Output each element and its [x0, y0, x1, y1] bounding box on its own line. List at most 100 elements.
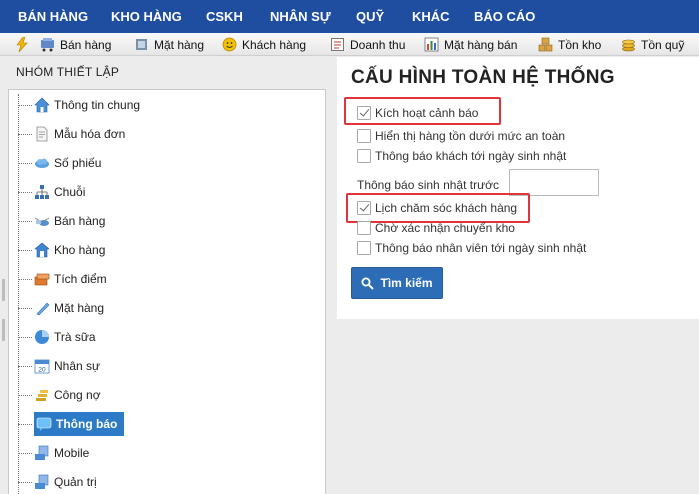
sidebar-item-label: Tích điểm: [54, 272, 107, 286]
toolbar-label: Tồn quỹ: [641, 37, 685, 52]
document-icon: [34, 126, 50, 142]
sidebar-item-cong-no[interactable]: Công nợ: [18, 383, 101, 407]
birthday-notice-input[interactable]: [509, 169, 599, 196]
option-hien-thi-hang-ton[interactable]: Hiển thị hàng tồn dưới mức an toàn: [357, 128, 565, 144]
lightning-icon[interactable]: [16, 36, 28, 53]
toolbar-ton-quy[interactable]: Tồn quỹ: [621, 36, 684, 53]
menu-quy[interactable]: QUỸ: [356, 9, 384, 24]
toolbar-mat-hang[interactable]: Mặt hàng: [134, 36, 204, 53]
menu-bao-cao[interactable]: BÁO CÁO: [474, 9, 535, 24]
menu-ban-hang[interactable]: BÁN HÀNG: [18, 9, 88, 24]
birthday-notice-label: Thông báo sinh nhật trước: [357, 178, 499, 192]
checkbox-checked[interactable]: [357, 201, 371, 215]
stock-icon: [538, 37, 553, 52]
toolbar-ban-hang[interactable]: Bán hàng: [40, 36, 111, 53]
sidebar-item-label: Mobile: [54, 446, 90, 460]
option-lich-cham-soc[interactable]: Lịch chăm sóc khách hàng: [357, 200, 517, 216]
toolbar-mat-hang-ban[interactable]: Mặt hàng bán: [424, 36, 517, 53]
toolbar-label: Bán hàng: [60, 37, 112, 52]
sidebar-item-mau-hoa-don[interactable]: Mẫu hóa đơn: [18, 122, 125, 146]
sidebar-item-nhan-su[interactable]: 20 Nhân sự: [18, 354, 100, 378]
menu-nhan-su[interactable]: NHÂN SỰ: [270, 9, 331, 24]
toolbar-label: Tồn kho: [558, 37, 602, 52]
quick-toolbar: Bán hàng Mặt hàng Khách hàng Doanh thu M…: [0, 33, 699, 56]
message-icon: [36, 416, 52, 432]
sidebar-item-label: Số phiếu: [54, 156, 102, 170]
sidebar-item-mobile[interactable]: Mobile: [18, 441, 89, 465]
resize-grip[interactable]: [2, 279, 5, 301]
mobile-icon: [34, 445, 50, 461]
search-button-label: Tìm kiếm: [380, 276, 433, 290]
coins-icon: [621, 37, 636, 52]
customer-icon: [222, 37, 237, 52]
sidebar-item-quan-tri[interactable]: Quản trị: [18, 470, 97, 494]
calendar-icon: 20: [34, 358, 50, 374]
checkbox[interactable]: [357, 149, 371, 163]
sidebar-item-chuoi[interactable]: Chuỗi: [18, 180, 85, 204]
sitemap-icon: [34, 184, 50, 200]
toolbar-khach-hang[interactable]: Khách hàng: [222, 36, 306, 53]
menu-kho-hang[interactable]: KHO HÀNG: [111, 9, 182, 24]
option-label: Thông báo khách tới ngày sinh nhật: [375, 149, 567, 163]
admin-icon: [34, 474, 50, 490]
money-icon: [34, 387, 50, 403]
svg-text:20: 20: [38, 367, 46, 374]
pos-icon: [34, 213, 50, 229]
option-label: Kích hoạt cảnh báo: [375, 106, 479, 120]
chart-icon: [424, 37, 439, 52]
sidebar-item-kho-hang[interactable]: Kho hàng: [18, 238, 105, 262]
toolbar-ton-kho[interactable]: Tồn kho: [538, 36, 601, 53]
tag-icon: [34, 300, 50, 316]
sidebar-title: NHÓM THIẾT LẬP: [16, 65, 120, 79]
sidebar-item-label: Nhân sự: [54, 359, 101, 373]
checkbox[interactable]: [357, 221, 371, 235]
sidebar-item-tich-diem[interactable]: Tích điểm: [18, 267, 107, 291]
sidebar-item-thong-bao[interactable]: Thông báo: [18, 412, 125, 436]
option-label: Thông báo nhân viên tới ngày sinh nhật: [375, 241, 587, 255]
option-label: Hiển thị hàng tồn dưới mức an toàn: [375, 129, 566, 143]
toolbar-label: Mặt hàng: [154, 37, 205, 52]
system-config-panel: CẤU HÌNH TOÀN HỆ THỐNG Kích hoạt cảnh bá…: [337, 57, 699, 319]
option-kich-hoat-canh-bao[interactable]: Kích hoạt cảnh báo: [357, 105, 478, 121]
menu-khac[interactable]: KHÁC: [412, 9, 450, 24]
search-button[interactable]: Tìm kiếm: [351, 267, 443, 299]
cloud-icon: [34, 155, 50, 171]
warehouse-icon: [34, 242, 50, 258]
option-sinh-nhat-nhan-vien[interactable]: Thông báo nhân viên tới ngày sinh nhật: [357, 240, 586, 256]
sidebar-item-tra-sua[interactable]: Trà sữa: [18, 325, 96, 349]
sidebar-item-ban-hang[interactable]: Bán hàng: [18, 209, 105, 233]
sidebar-item-label: Mẫu hóa đơn: [54, 127, 126, 141]
revenue-icon: [330, 37, 345, 52]
checkbox[interactable]: [357, 129, 371, 143]
settings-sidebar: NHÓM THIẾT LẬP Thông tin chung Mẫu hóa đ…: [0, 57, 328, 494]
sidebar-item-thong-tin-chung[interactable]: Thông tin chung: [18, 93, 140, 117]
settings-tree: Thông tin chung Mẫu hóa đơn Số phiếu Chu…: [8, 89, 326, 494]
sidebar-item-label: Kho hàng: [54, 243, 106, 257]
home-icon: [34, 97, 50, 113]
page-title: CẤU HÌNH TOÀN HỆ THỐNG: [351, 67, 615, 88]
resize-grip[interactable]: [2, 319, 5, 341]
sidebar-item-label: Bán hàng: [54, 214, 106, 228]
product-icon: [134, 37, 149, 52]
reward-icon: [34, 271, 50, 287]
option-sinh-nhat-khach[interactable]: Thông báo khách tới ngày sinh nhật: [357, 148, 566, 164]
sidebar-item-so-phieu[interactable]: Số phiếu: [18, 151, 101, 175]
toolbar-label: Doanh thu: [350, 37, 406, 52]
sidebar-item-label: Thông tin chung: [54, 98, 141, 112]
menu-cskh[interactable]: CSKH: [206, 9, 243, 24]
toolbar-label: Khách hàng: [242, 37, 307, 52]
checkbox[interactable]: [357, 241, 371, 255]
toolbar-doanh-thu[interactable]: Doanh thu: [330, 36, 405, 53]
option-cho-xac-nhan[interactable]: Chờ xác nhận chuyển kho: [357, 220, 515, 236]
search-icon: [361, 277, 375, 290]
sidebar-item-mat-hang[interactable]: Mặt hàng: [18, 296, 104, 320]
sidebar-item-label: Thông báo: [56, 417, 118, 431]
pie-icon: [34, 329, 50, 345]
sidebar-item-label: Công nợ: [54, 388, 101, 402]
option-label: Lịch chăm sóc khách hàng: [375, 201, 518, 215]
option-label: Chờ xác nhận chuyển kho: [375, 221, 515, 235]
checkbox-checked[interactable]: [357, 106, 371, 120]
sidebar-item-label: Trà sữa: [54, 330, 96, 344]
cart-icon: [40, 37, 55, 52]
sidebar-item-label: Quản trị: [54, 475, 97, 489]
